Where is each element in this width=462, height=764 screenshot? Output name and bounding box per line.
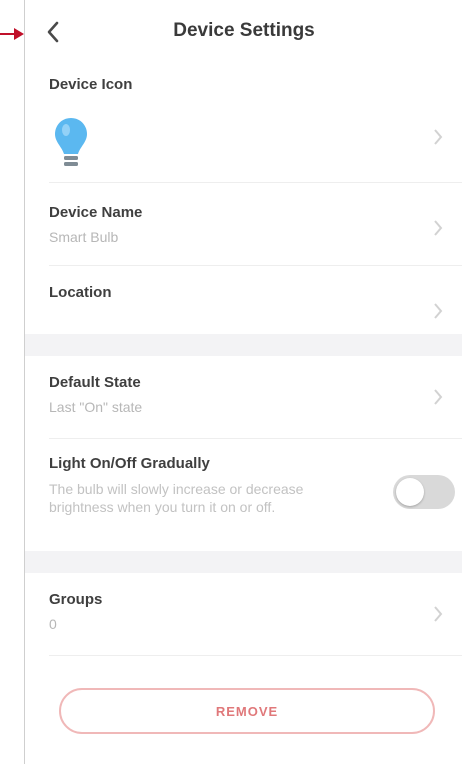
groups-row[interactable]: Groups 0 bbox=[25, 573, 462, 655]
toggle-knob bbox=[396, 478, 424, 506]
section-gap bbox=[25, 334, 462, 356]
section-gap bbox=[25, 551, 462, 573]
lightbulb-icon bbox=[55, 118, 87, 166]
gradual-toggle[interactable] bbox=[393, 475, 455, 509]
groups-value: 0 bbox=[49, 616, 57, 632]
header: Device Settings bbox=[25, 0, 462, 64]
device-name-label: Device Name bbox=[49, 204, 143, 221]
groups-label: Groups bbox=[49, 591, 103, 608]
location-row[interactable]: Location bbox=[25, 266, 462, 334]
default-state-row[interactable]: Default State Last "On" state bbox=[25, 356, 462, 438]
remove-button[interactable]: REMOVE bbox=[59, 688, 435, 734]
annotation-arrow-icon bbox=[0, 28, 24, 40]
device-name-row[interactable]: Device Name Smart Bulb bbox=[25, 183, 462, 265]
page-title: Device Settings bbox=[173, 20, 315, 41]
gradual-label: Light On/Off Gradually bbox=[49, 455, 210, 472]
default-state-value: Last "On" state bbox=[49, 399, 143, 415]
gradual-description: The bulb will slowly increase or decreas… bbox=[49, 481, 304, 515]
gradual-row: Light On/Off Gradually The bulb will slo… bbox=[25, 439, 462, 551]
device-settings-screen: Device Settings Device Icon Device Name … bbox=[24, 0, 462, 764]
device-name-value: Smart Bulb bbox=[49, 229, 119, 245]
chevron-right-icon bbox=[434, 129, 443, 145]
chevron-right-icon bbox=[434, 389, 443, 405]
chevron-right-icon bbox=[434, 303, 443, 319]
chevron-right-icon bbox=[434, 606, 443, 622]
device-icon-row[interactable]: Device Icon bbox=[25, 64, 462, 182]
chevron-right-icon bbox=[434, 220, 443, 236]
device-icon-label: Device Icon bbox=[49, 76, 133, 93]
default-state-label: Default State bbox=[49, 374, 141, 391]
divider bbox=[49, 655, 462, 656]
location-label: Location bbox=[49, 284, 112, 301]
